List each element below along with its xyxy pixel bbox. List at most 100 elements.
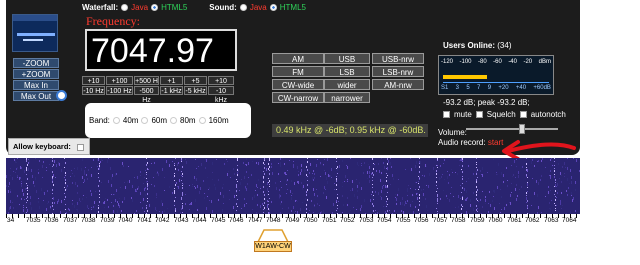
mode-lsb-nrw-button[interactable]: LSB-nrw	[372, 66, 424, 77]
autonotch-checkbox[interactable]	[519, 111, 527, 118]
scale-label: 7050	[303, 217, 318, 224]
squelch-checkbox[interactable]	[475, 111, 483, 118]
scale-label: 34	[7, 217, 15, 224]
allow-keyboard-label: Allow keyboard:	[13, 142, 71, 151]
users-online-label: Users Online:	[443, 41, 496, 50]
step-minus-5khz[interactable]: -5 kHz	[184, 86, 207, 95]
scale-label: 7039	[100, 217, 115, 224]
band-160m-radio[interactable]	[198, 117, 206, 124]
waterfall-html5-radio[interactable]	[151, 4, 159, 11]
scale-label: 7040	[118, 217, 133, 224]
sound-html5-radio[interactable]	[269, 4, 277, 11]
zoom-out-button[interactable]: -ZOOM	[13, 58, 59, 68]
mute-checkbox[interactable]	[443, 111, 450, 118]
scale-label: 7053	[359, 217, 374, 224]
frequency-input[interactable]: 7047.97	[85, 29, 237, 71]
band-80m-radio[interactable]	[170, 117, 178, 124]
allow-keyboard: Allow keyboard:	[8, 138, 90, 155]
scale-label: 7054	[377, 217, 392, 224]
step-plus-500hz[interactable]: +500 H	[134, 76, 159, 85]
volume-label: Volume:	[438, 128, 467, 137]
volume-slider-handle[interactable]	[519, 124, 525, 134]
frequency-value: 7047.97	[91, 32, 214, 70]
scale-label: 7041	[137, 217, 152, 224]
scale-label: 7052	[340, 217, 355, 224]
band-160m-label: 160m	[208, 116, 229, 125]
scale-label: 7049	[285, 217, 300, 224]
mode-cw-wide-button[interactable]: CW-wide	[272, 79, 324, 90]
scale-label: 7043	[174, 217, 189, 224]
scale-label: 7056	[414, 217, 429, 224]
sound-java-label: Java	[249, 3, 267, 12]
mode-lsb-button[interactable]: LSB	[324, 66, 370, 77]
sound-java-radio[interactable]	[239, 4, 247, 11]
max-out-button[interactable]: Max Out	[13, 91, 59, 101]
scale-label: 7045	[211, 217, 226, 224]
scale-label: 7062	[525, 217, 540, 224]
waterfall-java-radio[interactable]	[121, 4, 129, 11]
scale-label: 7051	[322, 217, 337, 224]
step-plus-1khz[interactable]: +1 kHz	[160, 76, 183, 94]
s-meter-dbm-scale: -120 -100 -80 -60 -40 -20 dBm	[441, 59, 551, 65]
step-plus-10hz[interactable]: +10 Hz	[82, 76, 105, 94]
scale-label: 7057	[433, 217, 448, 224]
step-minus-1khz[interactable]: -1 kHz	[160, 86, 183, 95]
mute-label: mute	[454, 110, 472, 119]
scale-label: 7055	[396, 217, 411, 224]
filter-narrower-button[interactable]: narrower	[324, 92, 370, 103]
site-logo	[12, 14, 58, 52]
step-minus-10hz[interactable]: -10 Hz	[82, 86, 105, 95]
step-plus-100hz[interactable]: +100 Hz	[106, 76, 133, 94]
band-label: Band:	[89, 116, 110, 125]
s-meter-level-bar	[443, 75, 487, 79]
waterfall-display[interactable]	[6, 158, 580, 216]
mode-selectors: Waterfall: Java HTML5 Sound: Java HTML5	[82, 3, 306, 12]
s-meter: -120 -100 -80 -60 -40 -20 dBm S1 3 5 7 9 +20 +40…	[438, 55, 554, 95]
step-minus-10khz[interactable]: -10 kHz	[208, 86, 234, 104]
users-online: Users Online: (34)	[443, 41, 511, 50]
scale-label: 7058	[451, 217, 466, 224]
scale-label: 7037	[63, 217, 78, 224]
waterfall-java-label: Java	[131, 3, 149, 12]
waterfall-signals	[6, 158, 580, 216]
mode-cw-narrow-button[interactable]: CW-narrow	[272, 92, 324, 103]
scale-label: 7059	[470, 217, 485, 224]
signal-reading: -93.2 dB; peak -93.2 dB;	[443, 98, 530, 107]
filter-wider-button[interactable]: wider	[324, 79, 370, 90]
audio-record-label: Audio record:	[438, 138, 486, 147]
allow-keyboard-checkbox[interactable]	[77, 143, 85, 151]
s-meter-baseline	[443, 82, 549, 83]
volume-slider[interactable]	[466, 128, 558, 130]
scale-label: 7061	[507, 217, 522, 224]
bandwidth-readout: 0.49 kHz @ -6dB; 0.95 kHz @ -60dB.	[272, 124, 428, 137]
scale-label: 7035	[26, 217, 41, 224]
band-selector: Band: 40m 60m 80m 160m	[85, 103, 251, 138]
mode-usb-nrw-button[interactable]: USB-nrw	[372, 53, 424, 64]
mode-fm-button[interactable]: FM	[272, 66, 324, 77]
mode-usb-button[interactable]: USB	[324, 53, 370, 64]
autoscroll-icon[interactable]	[56, 90, 67, 101]
mode-am-nrw-button[interactable]: AM-nrw	[372, 79, 424, 90]
band-60m-radio[interactable]	[141, 117, 149, 124]
scale-label: 7047	[248, 217, 263, 224]
sound-html5-label: HTML5	[279, 3, 306, 12]
sound-label: Sound:	[209, 3, 237, 12]
band-40m-radio[interactable]	[112, 117, 120, 124]
max-in-button[interactable]: Max In	[13, 80, 59, 90]
users-online-count: (34)	[497, 41, 512, 50]
band-40m-label: 40m	[122, 116, 139, 125]
frequency-label: Frequency:	[86, 14, 140, 28]
step-plus-10khz[interactable]: +10 kHz	[208, 76, 234, 94]
frequency-scale[interactable]: 34 7035 7036 7037 7038 7039 7040 7041 7042 7043 70…	[6, 214, 580, 228]
station-tag[interactable]: W1AW-CW	[254, 241, 292, 252]
scale-label: 7048	[266, 217, 281, 224]
squelch-label: Squelch	[486, 110, 516, 119]
mode-am-button[interactable]: AM	[272, 53, 324, 64]
step-minus-500hz[interactable]: -500 Hz	[134, 86, 159, 104]
step-plus-5khz[interactable]: +5 kHz	[184, 76, 207, 94]
s-meter-s-scale: S1 3 5 7 9 +20 +40 +60dB	[441, 85, 551, 91]
zoom-in-button[interactable]: +ZOOM	[13, 69, 59, 79]
waterfall-label: Waterfall:	[82, 3, 119, 12]
autonotch-label: autonotch	[530, 110, 566, 119]
step-minus-100hz[interactable]: -100 Hz	[106, 86, 133, 95]
